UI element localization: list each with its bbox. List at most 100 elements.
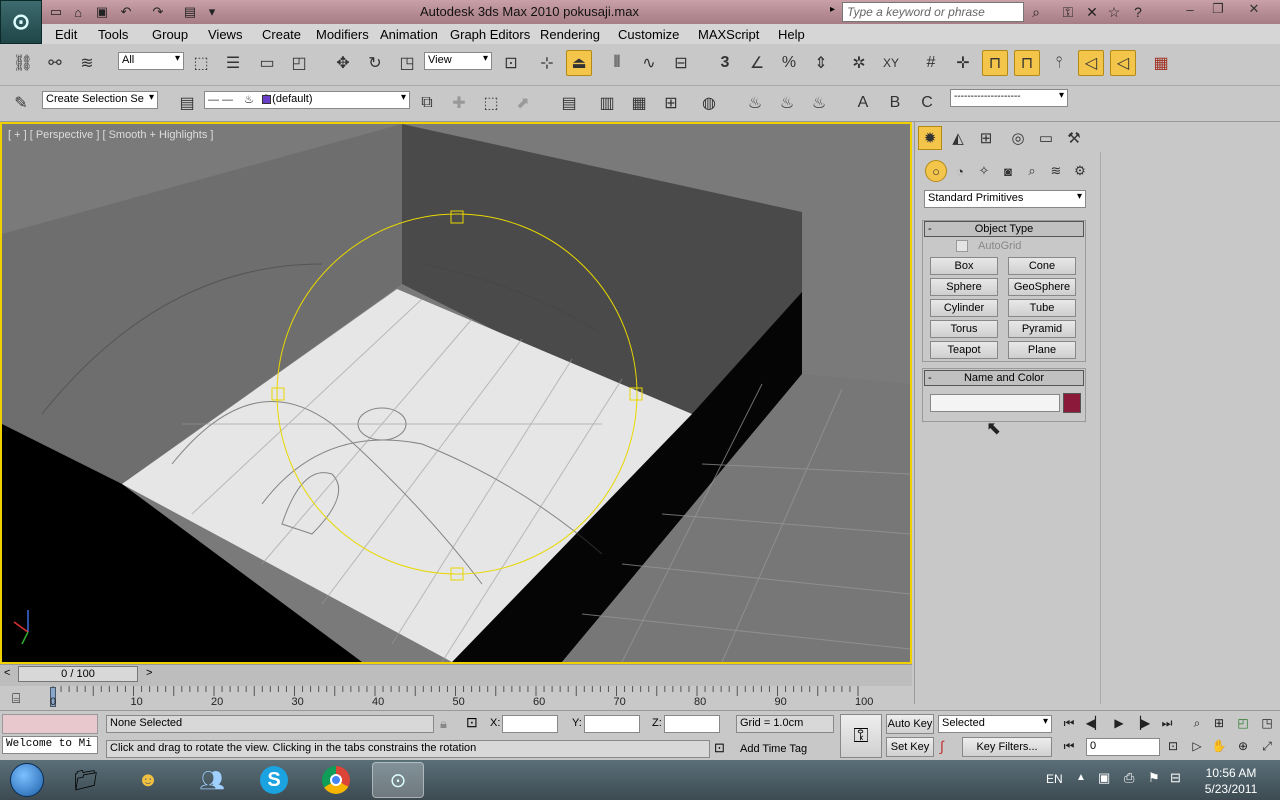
go-to-end-icon[interactable]: ⏭: [1156, 713, 1178, 733]
display-tab-icon[interactable]: ▭: [1034, 126, 1058, 150]
teapot-button[interactable]: Teapot: [930, 341, 998, 359]
add-time-tag[interactable]: Add Time Tag: [736, 741, 834, 759]
render-preset-c-icon[interactable]: C: [914, 90, 940, 116]
select-and-move-icon[interactable]: ✥: [330, 50, 356, 76]
search-input[interactable]: Type a keyword or phrase: [842, 2, 1024, 22]
set-current-layer-icon[interactable]: ⬈: [510, 90, 536, 116]
key-mode-dropdown[interactable]: Selected: [938, 715, 1052, 733]
chrome-icon[interactable]: [310, 762, 362, 798]
maximize-viewport-icon[interactable]: ⤢: [1256, 736, 1278, 756]
create-tab-icon[interactable]: ✹: [918, 126, 942, 150]
quick-render-icon[interactable]: ♨: [806, 90, 832, 116]
time-slider-thumb[interactable]: 0 / 100: [18, 666, 138, 682]
favorites-star-icon[interactable]: ☆: [1104, 3, 1124, 21]
file-explorer-icon[interactable]: 📁︎: [60, 762, 112, 798]
object-color-swatch[interactable]: [1063, 393, 1081, 413]
create-layer-icon[interactable]: ⧉: [414, 90, 440, 116]
menu-views[interactable]: Views: [208, 27, 242, 42]
help-icon[interactable]: ?: [1128, 3, 1148, 21]
go-to-start-icon[interactable]: ⏮: [1058, 713, 1080, 733]
grid-snap-icon[interactable]: #: [918, 50, 944, 76]
project-folder-icon[interactable]: ▤: [180, 3, 200, 21]
plane-button[interactable]: Plane: [1008, 341, 1076, 359]
3ds-max-taskbar-icon[interactable]: ⊙: [372, 762, 424, 798]
mirror-icon[interactable]: ⫴: [604, 50, 630, 76]
chat-app-icon[interactable]: ☻: [122, 762, 174, 798]
unlink-icon[interactable]: ⚯: [42, 50, 68, 76]
object-type-header[interactable]: - Object Type: [924, 221, 1084, 237]
mini-curve-editor-icon[interactable]: ⌸: [12, 690, 20, 707]
material-editor-icon[interactable]: ◍: [696, 90, 722, 116]
quick-access-dropdown-icon[interactable]: ▾: [202, 3, 222, 21]
x-coord-input[interactable]: [502, 715, 558, 733]
start-button[interactable]: [2, 761, 52, 799]
new-file-icon[interactable]: ▭: [46, 3, 66, 21]
home-grid-icon[interactable]: ▦: [1148, 50, 1174, 76]
viewport-label[interactable]: [ + ] [ Perspective ] [ Smooth + Highlig…: [8, 129, 213, 141]
perspective-viewport[interactable]: [ + ] [ Perspective ] [ Smooth + Highlig…: [0, 122, 912, 664]
menu-tools[interactable]: Tools: [98, 27, 128, 42]
select-object-icon[interactable]: ⬚: [188, 50, 214, 76]
render-setup-icon[interactable]: ♨: [742, 90, 768, 116]
pivot-center-icon[interactable]: ⊡: [498, 50, 524, 76]
play-icon[interactable]: ▶: [1108, 713, 1130, 733]
cylinder-button[interactable]: Cylinder: [930, 299, 998, 317]
snaps-toggle-icon[interactable]: 3: [712, 50, 738, 76]
vertex-snap-icon[interactable]: ⊓: [982, 50, 1008, 76]
language-indicator[interactable]: EN: [1046, 772, 1063, 786]
menu-group[interactable]: Group: [152, 27, 188, 42]
pyramid-button[interactable]: Pyramid: [1008, 320, 1076, 338]
tube-button[interactable]: Tube: [1008, 299, 1076, 317]
angle-snap-icon[interactable]: ∠: [744, 50, 770, 76]
bounding-box-snap-icon[interactable]: ◁: [1110, 50, 1136, 76]
layer-manager-icon[interactable]: ▤: [174, 90, 200, 116]
cone-button[interactable]: Cone: [1008, 257, 1076, 275]
percent-snap-icon[interactable]: %: [776, 50, 802, 76]
geometry-category-icon[interactable]: ○: [925, 160, 947, 182]
z-coord-input[interactable]: [664, 715, 720, 733]
spacewarps-category-icon[interactable]: ≋: [1045, 160, 1067, 182]
edge-snap-icon[interactable]: ⊓: [1014, 50, 1040, 76]
box-button[interactable]: Box: [930, 257, 998, 275]
time-tag-icon[interactable]: ⊡: [714, 740, 725, 756]
system-clock[interactable]: 10:56 AM 5/23/2011: [1196, 765, 1266, 797]
y-coord-input[interactable]: [584, 715, 640, 733]
helpers-category-icon[interactable]: ⌕: [1021, 160, 1043, 182]
time-slider-prev-icon[interactable]: <: [4, 667, 10, 679]
field-of-view-icon[interactable]: ▷: [1186, 736, 1208, 756]
motion-tab-icon[interactable]: ◎: [1006, 126, 1030, 150]
current-frame-input[interactable]: 0: [1086, 738, 1160, 756]
modify-tab-icon[interactable]: ◭: [946, 126, 970, 150]
edit-named-selection-sets-icon[interactable]: ✎: [8, 90, 34, 116]
schematic-view-icon[interactable]: ⊞: [658, 90, 684, 116]
skype-icon[interactable]: S: [248, 762, 300, 798]
maxscript-mini-listener-top[interactable]: [2, 714, 98, 734]
systems-category-icon[interactable]: ⚙: [1069, 160, 1091, 182]
layer-dropdown[interactable]: 0 (default): [204, 91, 410, 109]
zoom-icon[interactable]: ⌕: [1186, 713, 1208, 733]
named-selection-dropdown[interactable]: Create Selection Se: [42, 91, 158, 109]
show-hidden-icons-icon[interactable]: ▲: [1076, 772, 1086, 783]
snap-options-icon[interactable]: ⫯: [1046, 50, 1072, 76]
application-button[interactable]: ⊙: [0, 0, 42, 44]
select-and-manipulate-icon[interactable]: ⊹: [534, 50, 560, 76]
open-file-icon[interactable]: ⌂: [68, 3, 88, 21]
arc-rotate-icon[interactable]: ⊕: [1232, 736, 1254, 756]
pivot-snap-icon[interactable]: ✛: [950, 50, 976, 76]
keyboard-shortcut-override-icon[interactable]: ⏏: [566, 50, 592, 76]
binoculars-icon[interactable]: ⌕: [1026, 3, 1046, 21]
undo-icon[interactable]: ↶: [116, 3, 136, 21]
window-crossing-icon[interactable]: ◰: [286, 50, 312, 76]
auto-key-button[interactable]: Auto Key: [886, 714, 934, 734]
restore-button[interactable]: ❐: [1204, 0, 1232, 18]
set-keys-key-icon[interactable]: ⚿: [840, 714, 882, 758]
menu-graph-editors[interactable]: Graph Editors: [450, 27, 530, 42]
menu-maxscript[interactable]: MAXScript: [698, 27, 759, 42]
sphere-button[interactable]: Sphere: [930, 278, 998, 296]
tray-app-icon[interactable]: ▣: [1098, 770, 1110, 786]
time-slider-next-icon[interactable]: >: [146, 667, 152, 679]
previous-frame-icon[interactable]: ◀▏: [1084, 713, 1106, 733]
default-tangents-icon[interactable]: ∫: [940, 738, 944, 754]
line-style-dropdown[interactable]: --------------------: [950, 89, 1068, 107]
select-by-name-icon[interactable]: ☰: [220, 50, 246, 76]
